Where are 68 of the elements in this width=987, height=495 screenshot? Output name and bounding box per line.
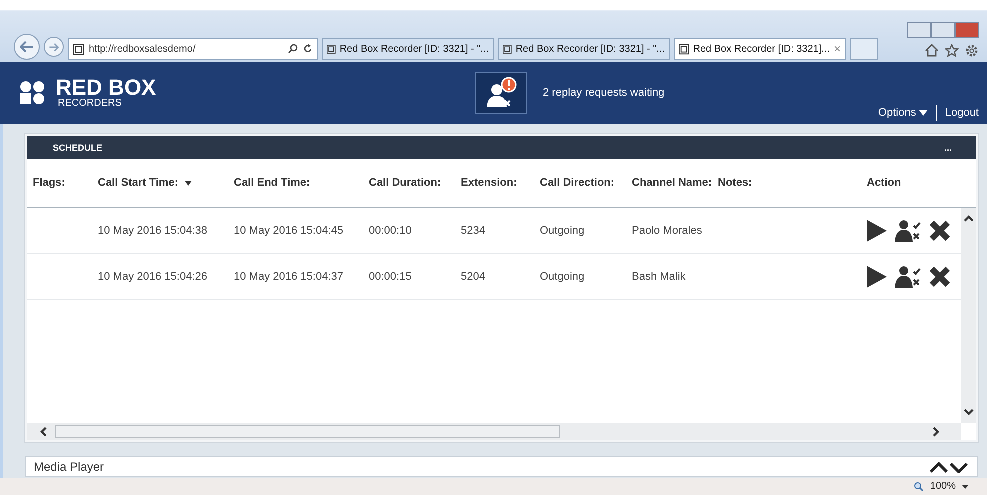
column-header[interactable]: Call End Time: bbox=[234, 177, 369, 189]
column-header[interactable]: Channel Name: bbox=[632, 177, 718, 189]
user-check-icon[interactable] bbox=[895, 220, 921, 242]
play-icon[interactable] bbox=[867, 220, 887, 242]
notification-text: 2 replay requests waiting bbox=[543, 87, 665, 99]
page-icon bbox=[327, 44, 336, 54]
table-cell-text: 10 May 2016 15:04:45 bbox=[234, 224, 344, 236]
panel-title: SCHEDULE bbox=[53, 142, 103, 152]
column-header[interactable]: Call Start Time: bbox=[98, 177, 234, 189]
back-button[interactable] bbox=[14, 34, 40, 60]
page-icon bbox=[73, 44, 84, 54]
user-check-icon[interactable] bbox=[895, 266, 921, 288]
table-cell-text: 10 May 2016 15:04:37 bbox=[234, 270, 344, 282]
search-icon bbox=[288, 44, 298, 54]
close-tab-button[interactable]: × bbox=[834, 42, 841, 56]
table-cell-text: 10 May 2016 15:04:38 bbox=[98, 224, 208, 236]
star-icon[interactable] bbox=[945, 44, 959, 57]
table-cell-text: Outgoing bbox=[540, 224, 586, 236]
column-header[interactable]: Call Direction: bbox=[540, 177, 632, 189]
table-cell-text: 00:00:10 bbox=[369, 224, 413, 236]
expand-collapse-icon[interactable] bbox=[929, 460, 969, 472]
table-cell-text: 5234 bbox=[461, 224, 486, 236]
maximize-button[interactable] bbox=[931, 22, 955, 38]
minimize-button[interactable] bbox=[907, 22, 931, 38]
vertical-scrollbar[interactable] bbox=[961, 208, 976, 423]
more-button[interactable]: ... bbox=[944, 142, 952, 152]
brand-name: RED BOX bbox=[56, 77, 156, 99]
options-menu[interactable]: Options bbox=[878, 107, 928, 119]
page-icon bbox=[679, 44, 690, 54]
browser-tab[interactable]: Red Box Recorder [ID: 3321]... × bbox=[674, 38, 846, 60]
column-header[interactable]: Flags: bbox=[33, 177, 98, 189]
zoom-icon bbox=[914, 482, 924, 492]
column-header[interactable]: Extension: bbox=[461, 177, 540, 189]
column-header[interactable]: Action bbox=[867, 177, 976, 189]
address-field[interactable]: http://redboxsalesdemo/ bbox=[68, 38, 318, 60]
scroll-up-icon bbox=[964, 214, 974, 224]
page-icon bbox=[503, 44, 512, 54]
table-cell-text: Bash Malik bbox=[632, 270, 687, 282]
table-cell-text: 5204 bbox=[461, 270, 486, 282]
table-cell-text: Paolo Morales bbox=[632, 224, 704, 236]
column-header[interactable]: Notes: bbox=[718, 177, 867, 189]
delete-icon[interactable] bbox=[929, 220, 951, 242]
caret-icon[interactable] bbox=[962, 484, 969, 488]
horizontal-scrollbar[interactable] bbox=[27, 423, 961, 440]
table-cell-text: Outgoing bbox=[540, 270, 586, 282]
play-icon[interactable] bbox=[867, 266, 887, 288]
delete-icon[interactable] bbox=[929, 266, 951, 288]
settings-icon[interactable] bbox=[965, 44, 979, 58]
table-cell-text: 00:00:15 bbox=[369, 270, 413, 282]
refresh-icon bbox=[303, 44, 313, 54]
replay-requests-button[interactable] bbox=[475, 72, 527, 114]
caret-icon bbox=[919, 110, 928, 116]
logo-icon bbox=[20, 81, 46, 105]
media-player-bar[interactable]: Media Player bbox=[25, 456, 978, 477]
table-cell-text: 10 May 2016 15:04:26 bbox=[98, 270, 208, 282]
scroll-right-icon bbox=[931, 426, 941, 436]
scroll-down-icon bbox=[964, 407, 974, 417]
arrow-left-icon bbox=[20, 41, 34, 53]
browser-tab[interactable]: Red Box Recorder [ID: 3321] - "... bbox=[498, 38, 670, 60]
scroll-left-icon bbox=[39, 426, 49, 436]
logout-link[interactable]: Logout bbox=[945, 107, 979, 119]
media-player-title: Media Player bbox=[34, 460, 104, 474]
zoom-level[interactable]: 100% bbox=[930, 481, 956, 492]
home-icon[interactable] bbox=[925, 44, 939, 57]
browser-tab[interactable]: Red Box Recorder [ID: 3321] - "... bbox=[322, 38, 494, 60]
arrow-right-icon bbox=[49, 42, 59, 52]
column-header[interactable]: Call Duration: bbox=[369, 177, 461, 189]
brand-subtitle: RECORDERS bbox=[57, 99, 123, 109]
